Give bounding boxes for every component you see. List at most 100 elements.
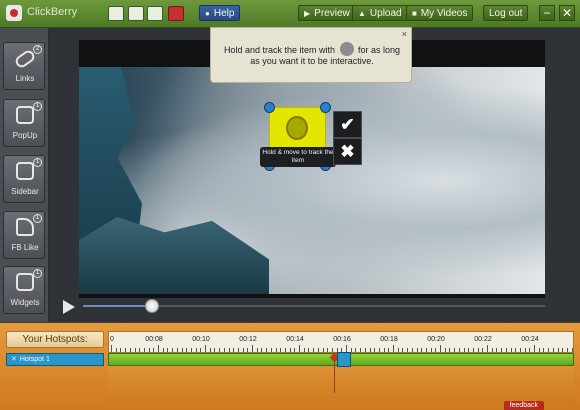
- ruler-tick-mark: [444, 348, 446, 352]
- ruler-tick-mark: [134, 348, 136, 352]
- timeline-body: [108, 366, 574, 406]
- preview-button[interactable]: ▶ Preview: [298, 5, 356, 21]
- my-videos-button[interactable]: ■ My Videos: [406, 5, 474, 21]
- ruler-tick-mark: [308, 348, 310, 352]
- save-icon[interactable]: [147, 6, 163, 21]
- ruler-tick-mark: [317, 348, 319, 352]
- minimize-button[interactable]: −: [539, 5, 555, 21]
- ruler-tick-mark: [143, 348, 145, 352]
- ruler-tick-mark: [374, 348, 376, 352]
- ruler-tick-label: 00:22: [474, 336, 492, 343]
- ruler-tick-label: 00:08: [145, 336, 163, 343]
- sidebar-icon: [16, 162, 34, 180]
- sidebar: 2 Links 1 PopUp 1 Sidebar 1 FB Like 1 Wi…: [0, 28, 49, 322]
- resize-handle-top-left[interactable]: [264, 102, 275, 113]
- ruler-tick-mark: [322, 348, 324, 352]
- sidebar-item-fb-like[interactable]: 1 FB Like: [3, 211, 45, 259]
- top-toolbar: ClickBerry ● Help ▶ Preview ▲ Upload ■ My Vi…: [0, 0, 580, 28]
- logout-button[interactable]: Log out: [483, 5, 529, 21]
- ruler-tick-mark: [477, 348, 479, 352]
- ruler-tick-mark: [284, 348, 286, 352]
- ruler-tick-mark: [355, 348, 357, 352]
- cancel-button[interactable]: ✖: [333, 138, 362, 165]
- ruler-tick-mark: [233, 348, 235, 352]
- close-window-button[interactable]: ✕: [559, 5, 575, 21]
- preview-label: Preview: [314, 8, 350, 19]
- upload-button[interactable]: ▲ Upload: [352, 5, 408, 21]
- ruler-tick-mark: [463, 348, 465, 352]
- tracking-tooltip: × Hold and track the item with for as lo…: [210, 27, 412, 83]
- app-title: ClickBerry: [27, 6, 78, 18]
- time-ruler[interactable]: 0 00:08 00:10 00:12 00:14 00:16 00:18 00:20 00:2…: [108, 331, 574, 353]
- ruler-tick-mark: [402, 348, 404, 352]
- sidebar-item-label: Widgets: [10, 298, 40, 307]
- resize-handle-top-right[interactable]: [320, 102, 331, 113]
- sidebar-item-links[interactable]: 2 Links: [3, 42, 45, 90]
- ruler-tick-label: 00:10: [192, 336, 210, 343]
- ruler-tick-mark: [515, 348, 517, 352]
- ruler-tick-mark: [294, 348, 296, 352]
- new-file-icon[interactable]: [108, 6, 124, 21]
- thumbs-up-icon: [16, 218, 34, 236]
- ruler-tick-mark: [139, 348, 141, 352]
- ruler-tick-mark: [411, 348, 413, 352]
- upload-label: Upload: [369, 8, 402, 19]
- remove-hotspot-icon[interactable]: ✕: [11, 356, 17, 363]
- open-folder-icon[interactable]: [128, 6, 144, 21]
- ruler-tick-mark: [214, 348, 216, 352]
- upload-icon: ▲: [358, 9, 366, 18]
- ruler-tick-mark: [360, 348, 362, 352]
- play-icon[interactable]: [63, 300, 75, 314]
- ruler-tick-mark: [548, 348, 550, 352]
- ruler-tick-mark: [388, 348, 390, 352]
- ruler-tick-mark: [378, 348, 380, 352]
- ruler-tick-mark: [270, 348, 272, 352]
- sidebar-item-label: FB Like: [11, 243, 39, 252]
- ruler-tick-mark: [383, 348, 385, 352]
- ruler-tick-mark: [242, 348, 244, 352]
- popup-icon: [16, 106, 34, 124]
- count-badge: 1: [33, 214, 42, 223]
- help-icon: ●: [205, 9, 210, 18]
- ruler-tick-mark: [501, 348, 503, 352]
- video-frame[interactable]: [79, 67, 545, 294]
- ruler-tick-mark: [111, 345, 112, 352]
- confirm-button[interactable]: ✔: [333, 111, 362, 138]
- ruler-tick-mark: [557, 348, 559, 352]
- ruler-tick-mark: [491, 348, 493, 352]
- ruler-tick-mark: [421, 348, 423, 352]
- hotspots-header: Your Hotspots:: [6, 331, 104, 348]
- ruler-tick-mark: [129, 348, 131, 352]
- record-icon[interactable]: [168, 6, 184, 21]
- ruler-tick-mark: [209, 348, 211, 352]
- hotspot-list-item[interactable]: ✕ Hotspot 1: [6, 353, 104, 366]
- hand-icon: [286, 116, 308, 140]
- ruler-tick-mark: [266, 348, 268, 352]
- ruler-tick-mark: [162, 348, 164, 352]
- ruler-tick-mark: [529, 348, 531, 352]
- count-badge: 1: [33, 102, 42, 111]
- ruler-tick-mark: [313, 348, 315, 352]
- tooltip-close-button[interactable]: ×: [402, 29, 407, 39]
- ruler-tick-mark: [205, 345, 206, 352]
- ruler-tick-mark: [505, 348, 507, 352]
- ruler-tick-mark: [430, 348, 432, 352]
- sidebar-item-widgets[interactable]: 1 Widgets: [3, 266, 45, 314]
- ruler-tick-mark: [190, 348, 192, 352]
- ruler-tick-mark: [416, 348, 418, 352]
- ruler-tick-label: 00:24: [521, 336, 539, 343]
- feedback-button[interactable]: feedback: [503, 401, 544, 410]
- ruler-tick-label: 00:16: [333, 336, 351, 343]
- track-handle[interactable]: [337, 352, 351, 367]
- ruler-tick-mark: [289, 348, 291, 352]
- ruler-tick-label: 00:14: [286, 336, 304, 343]
- help-button[interactable]: ● Help: [199, 5, 241, 21]
- ruler-tick-mark: [228, 348, 230, 352]
- ruler-tick-mark: [195, 348, 197, 352]
- ruler-tick-mark: [167, 348, 169, 352]
- widgets-icon: [16, 273, 34, 291]
- sidebar-item-popup[interactable]: 1 PopUp: [3, 99, 45, 147]
- glacier-bottom: [79, 217, 269, 294]
- sidebar-item-sidebar[interactable]: 1 Sidebar: [3, 155, 45, 203]
- ruler-tick-mark: [158, 345, 159, 352]
